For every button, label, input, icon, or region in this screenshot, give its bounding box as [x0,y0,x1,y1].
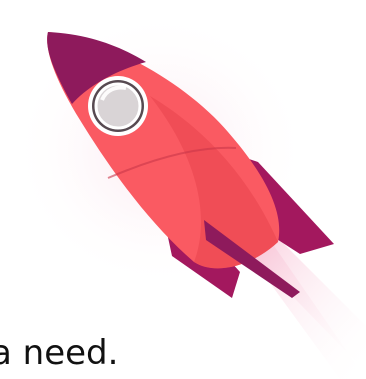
rocket-illustration [10,10,366,379]
caption-text: a need. [0,333,119,373]
